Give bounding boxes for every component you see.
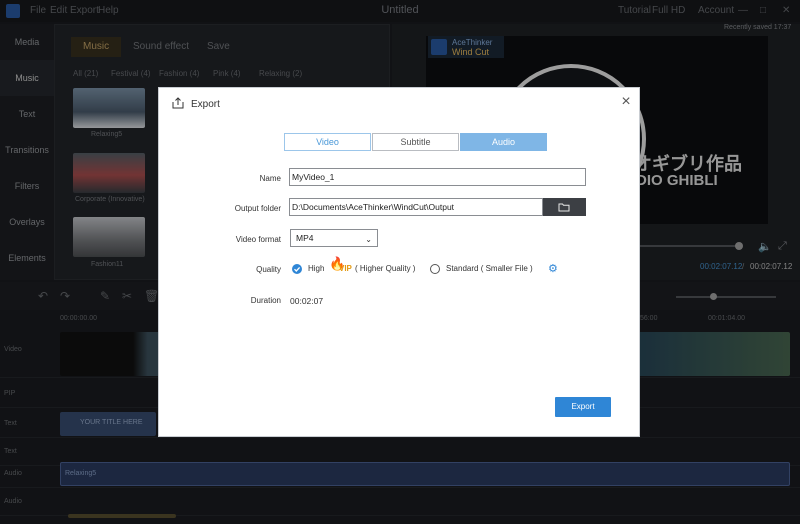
tab-video[interactable]: Video	[284, 133, 371, 151]
video-format-value: MP4	[296, 233, 314, 243]
dialog-title: Export	[191, 99, 220, 110]
tab-audio[interactable]: Audio	[460, 133, 547, 151]
video-format-select[interactable]: MP4 ⌄	[290, 229, 378, 247]
chevron-down-icon: ⌄	[365, 235, 372, 244]
export-dialog: Export × Video Subtitle Audio Name MyVid…	[158, 87, 640, 437]
quality-high-desc: ( Higher Quality )	[355, 264, 416, 273]
duration-value: 00:02:07	[290, 296, 324, 306]
folder-icon	[558, 202, 570, 215]
quality-standard-label: Standard ( Smaller File )	[446, 264, 533, 273]
quality-high-label: High	[308, 264, 325, 273]
name-field[interactable]: MyVideo_1	[289, 168, 586, 186]
quality-standard-radio[interactable]	[430, 264, 440, 274]
output-folder-label: Output folder	[234, 204, 281, 213]
close-icon[interactable]: ×	[618, 94, 634, 111]
video-format-label: Video format	[235, 235, 281, 244]
duration-label: Duration	[250, 296, 281, 305]
export-button[interactable]: Export	[555, 397, 611, 417]
output-folder-field[interactable]: D:\Documents\AceThinker\WindCut\Output	[289, 198, 543, 216]
tab-subtitle[interactable]: Subtitle	[372, 133, 459, 151]
name-label: Name	[259, 174, 281, 183]
vip-badge: VIP	[339, 264, 352, 273]
browse-folder-button[interactable]	[543, 198, 586, 216]
quality-high-radio[interactable]	[292, 264, 302, 274]
quality-label: Quality	[256, 265, 281, 274]
export-icon	[171, 96, 185, 113]
gear-icon[interactable]: ⚙	[548, 262, 558, 275]
